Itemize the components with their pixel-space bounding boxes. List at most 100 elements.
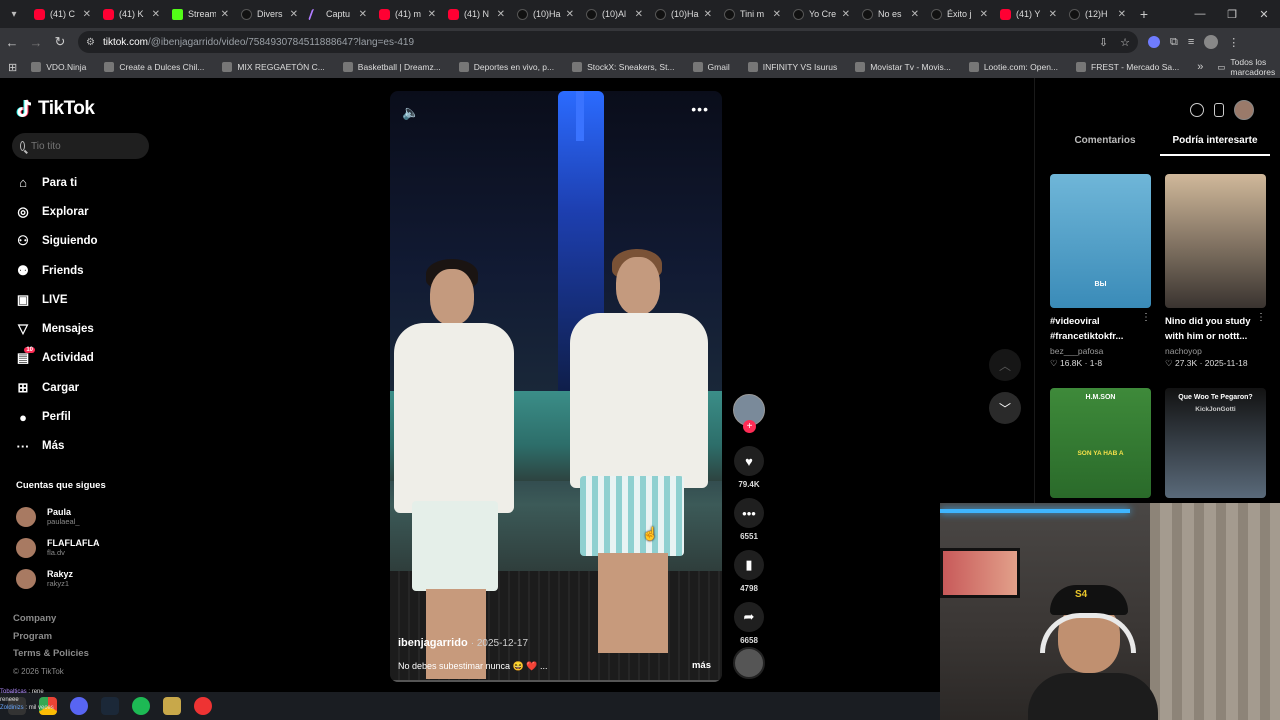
like-action[interactable]: ♥ 79.4K — [733, 446, 765, 489]
browser-tab[interactable]: Tini m ✕ — [718, 0, 787, 28]
phone-app-icon[interactable] — [1214, 103, 1224, 117]
following-account[interactable]: Paula paulaeal_ — [16, 501, 156, 532]
browser-menu-icon[interactable]: ⋮ — [1228, 36, 1239, 49]
comment-action[interactable]: ••• 6551 — [733, 498, 765, 541]
search-box[interactable] — [12, 133, 149, 159]
bookmark-item[interactable]: MIX REGGAETÓN C... — [222, 62, 325, 72]
nav-item-para-ti[interactable]: ⌂ Para ti — [16, 168, 156, 197]
nav-item-friends[interactable]: ⚉ Friends — [16, 256, 156, 285]
tab-comments[interactable]: Comentarios — [1050, 135, 1160, 156]
browser-tab[interactable]: (41) K ✕ — [97, 0, 166, 28]
browser-tab[interactable]: (41) m ✕ — [373, 0, 442, 28]
bookmark-item[interactable]: Create a Dulces Chil... — [104, 62, 204, 72]
tab-close-icon[interactable]: ✕ — [980, 9, 988, 20]
bookmark-star-icon[interactable]: ☆ — [1120, 36, 1130, 49]
browser-tab[interactable]: (41) Y ✕ — [994, 0, 1063, 28]
address-bar[interactable]: ⚙ tiktok.com/@ibenjagarrido/video/758493… — [78, 31, 1138, 53]
browser-tab[interactable]: Captu ✕ — [304, 0, 373, 28]
author-name[interactable]: ibenjagarrido — [398, 637, 468, 649]
restore-icon[interactable]: ❐ — [1216, 8, 1248, 21]
tab-close-icon[interactable]: ✕ — [221, 9, 229, 20]
browser-tab[interactable]: (10)Ha ✕ — [649, 0, 718, 28]
tab-close-icon[interactable]: ✕ — [1118, 9, 1126, 20]
tab-close-icon[interactable]: ✕ — [704, 9, 712, 20]
tab-close-icon[interactable]: ✕ — [359, 9, 367, 20]
bookmark-item[interactable]: VDO.Ninja — [31, 62, 86, 72]
media-icon[interactable]: ≡ — [1188, 36, 1194, 48]
bookmark-icon[interactable]: ▮ — [734, 550, 764, 580]
card-options-icon[interactable]: ⋮ — [1256, 312, 1266, 323]
bookmark-item[interactable]: Movistar Tv - Movis... — [855, 62, 951, 72]
browser-tab[interactable]: (12)H ✕ — [1063, 0, 1132, 28]
search-input[interactable] — [31, 140, 141, 152]
apps-grid-icon[interactable]: ⊞ — [8, 61, 17, 74]
video-thumbnail[interactable]: H.M.SON SON YA HAB A — [1050, 388, 1151, 498]
nav-item-mensajes[interactable]: ▽ Mensajes — [16, 314, 156, 343]
footer-link[interactable]: Company — [13, 613, 89, 631]
heart-icon[interactable]: ♥ — [734, 446, 764, 476]
browser-tab[interactable]: No es ✕ — [856, 0, 925, 28]
tab-close-icon[interactable]: ✕ — [842, 9, 850, 20]
tab-close-icon[interactable]: ✕ — [152, 9, 160, 20]
tab-close-icon[interactable]: ✕ — [83, 9, 91, 20]
video-thumbnail[interactable] — [1165, 174, 1266, 308]
bookmark-item[interactable]: Gmail — [692, 62, 730, 72]
obs-icon[interactable] — [194, 697, 212, 715]
card-options-icon[interactable]: ⋮ — [1141, 312, 1151, 323]
footer-link[interactable]: Program — [13, 631, 89, 649]
tab-you-may-like[interactable]: Podría interesarte — [1160, 135, 1270, 156]
video-thumbnail[interactable]: Que Woo Te Pegaron? KickJonGotti — [1165, 388, 1266, 498]
music-disc-icon[interactable] — [733, 647, 765, 679]
browser-tab[interactable]: Divers ✕ — [235, 0, 304, 28]
video-card[interactable]: Nino did you study with him or nottt... n… — [1165, 174, 1266, 369]
nav-item-m-s[interactable]: ··· Más — [16, 432, 156, 461]
footer-link[interactable]: Terms & Policies — [13, 648, 89, 666]
follow-plus-icon[interactable]: + — [743, 420, 756, 433]
bookmark-item[interactable]: Deportes en vivo, p... — [458, 62, 554, 72]
back-icon[interactable]: ← — [0, 35, 24, 50]
puzzle-extensions-icon[interactable]: ⧉ — [1170, 36, 1178, 49]
card-author[interactable]: nachoyop — [1165, 346, 1266, 356]
bookmark-item[interactable]: StockX: Sneakers, St... — [572, 62, 675, 72]
tab-close-icon[interactable]: ✕ — [566, 9, 574, 20]
all-bookmarks-folder[interactable]: ▭ Todos los marcadores — [1217, 57, 1275, 77]
video-player[interactable]: 🔈 ••• ibenjagarrido · 2025-12-17 No debe… — [390, 91, 722, 682]
tiktok-logo[interactable]: TikTok — [16, 98, 95, 120]
spotify-icon[interactable] — [132, 697, 150, 715]
video-progress-bar[interactable] — [390, 680, 722, 682]
tab-search-chevron-icon[interactable]: ▾ — [0, 0, 28, 28]
card-title[interactable]: Nino did you study with him or nottt... — [1165, 314, 1266, 344]
tab-close-icon[interactable]: ✕ — [1049, 9, 1057, 20]
next-video-chevron-down-icon[interactable]: ﹀ — [989, 392, 1021, 424]
new-tab-button[interactable]: + — [1132, 6, 1156, 22]
browser-tab[interactable]: (41) C ✕ — [28, 0, 97, 28]
site-info-icon[interactable]: ⚙ — [86, 37, 95, 48]
forward-icon[interactable]: → — [24, 35, 48, 50]
steam-icon[interactable] — [101, 697, 119, 715]
install-app-icon[interactable]: ⇩ — [1099, 36, 1108, 49]
video-card[interactable]: Que Woo Te Pegaron? KickJonGotti — [1165, 388, 1266, 498]
tab-close-icon[interactable]: ✕ — [428, 9, 436, 20]
comment-icon[interactable]: ••• — [734, 498, 764, 528]
following-account[interactable]: Rakyz rakyz1 — [16, 563, 156, 594]
close-window-icon[interactable]: ✕ — [1248, 8, 1280, 21]
nav-item-cargar[interactable]: ⊞ Cargar — [16, 373, 156, 402]
volume-icon[interactable]: 🔈 — [402, 104, 419, 121]
video-thumbnail[interactable]: BЫ — [1050, 174, 1151, 308]
browser-tab[interactable]: (10)Al ✕ — [580, 0, 649, 28]
card-author[interactable]: bez___pafosa — [1050, 346, 1151, 356]
bookmark-item[interactable]: Basketball | Dreamz... — [342, 62, 441, 72]
bookmarks-overflow-icon[interactable]: » — [1197, 61, 1203, 73]
extension-icon[interactable] — [1148, 36, 1160, 48]
tab-close-icon[interactable]: ✕ — [290, 9, 298, 20]
coins-icon[interactable] — [1190, 103, 1204, 117]
tab-close-icon[interactable]: ✕ — [911, 9, 919, 20]
share-icon[interactable]: ➦ — [734, 602, 764, 632]
bookmark-item[interactable]: INFINITY VS Isurus — [747, 62, 837, 72]
minimize-icon[interactable]: — — [1184, 8, 1216, 21]
nav-item-explorar[interactable]: ◎ Explorar — [16, 197, 156, 226]
tab-close-icon[interactable]: ✕ — [635, 9, 643, 20]
video-more-options-icon[interactable]: ••• — [691, 101, 709, 117]
video-card[interactable]: BЫ #videoviral #francetiktokfr... bez___pa… — [1050, 174, 1151, 369]
browser-tab[interactable]: Éxito j ✕ — [925, 0, 994, 28]
